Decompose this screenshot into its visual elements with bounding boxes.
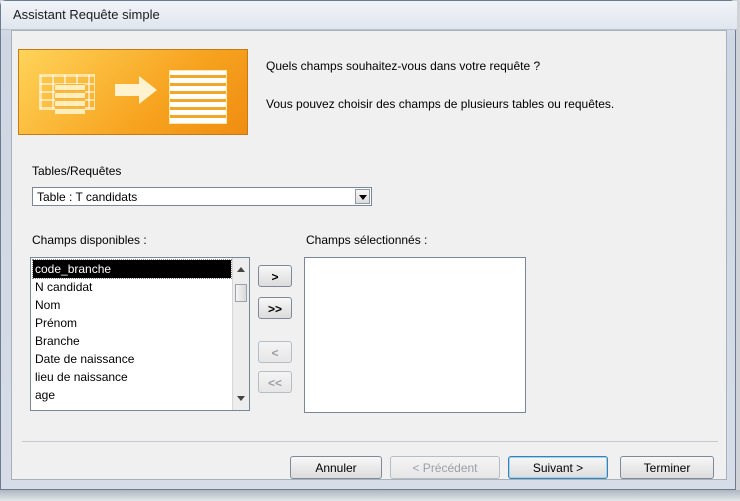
list-item[interactable]: lieu de naissance — [33, 368, 231, 386]
list-item[interactable]: age — [33, 386, 231, 404]
list-item[interactable]: Branche — [33, 332, 231, 350]
tables-queries-label: Tables/Requêtes — [32, 164, 122, 178]
title-bar[interactable]: Assistant Requête simple — [1, 1, 737, 30]
list-item[interactable]: Nom — [33, 296, 231, 314]
tables-queries-combobox[interactable]: Table : T candidats — [32, 187, 372, 206]
finish-button[interactable]: Terminer — [620, 456, 714, 479]
scroll-thumb[interactable] — [235, 284, 247, 302]
arrow-icon — [115, 84, 141, 96]
remove-field-button[interactable]: < — [258, 341, 292, 363]
wizard-banner-icon — [18, 49, 248, 135]
list-item[interactable]: Prénom — [33, 314, 231, 332]
available-fields-label: Champs disponibles : — [32, 233, 147, 247]
available-fields-scrollbar[interactable] — [232, 258, 249, 410]
result-table-graphic — [169, 70, 227, 124]
tables-queries-value: Table : T candidats — [37, 190, 138, 204]
selected-fields-list[interactable] — [304, 257, 526, 413]
next-button[interactable]: Suivant > — [508, 456, 608, 479]
list-item[interactable]: Date de naissance — [33, 350, 231, 368]
wizard-hint: Vous pouvez choisir des champs de plusie… — [266, 97, 615, 111]
window-shadow — [0, 490, 740, 501]
available-fields-list[interactable]: code_branche N candidat Nom Prénom Branc… — [30, 257, 250, 411]
arrow-head-icon — [139, 76, 157, 104]
selected-fields-label: Champs sélectionnés : — [306, 233, 428, 247]
cancel-button[interactable]: Annuler — [290, 456, 382, 479]
add-field-button[interactable]: > — [258, 265, 292, 287]
list-item[interactable]: code_branche — [32, 259, 232, 279]
window-title: Assistant Requête simple — [13, 7, 160, 22]
scroll-up-icon[interactable] — [237, 267, 245, 272]
source-table-graphic-front — [55, 84, 85, 114]
wizard-window: Assistant Requête simple Quels champs so… — [0, 0, 737, 490]
scroll-down-icon[interactable] — [237, 396, 245, 401]
add-all-fields-button[interactable]: >> — [258, 297, 292, 319]
footer-divider — [22, 441, 718, 442]
wizard-question: Quels champs souhaitez-vous dans votre r… — [266, 59, 541, 73]
remove-all-fields-button[interactable]: << — [258, 371, 292, 393]
back-button[interactable]: < Précédent — [390, 456, 500, 479]
list-item[interactable]: N candidat — [33, 278, 231, 296]
wizard-content: Quels champs souhaitez-vous dans votre r… — [11, 30, 727, 480]
chevron-down-icon[interactable] — [355, 189, 370, 204]
